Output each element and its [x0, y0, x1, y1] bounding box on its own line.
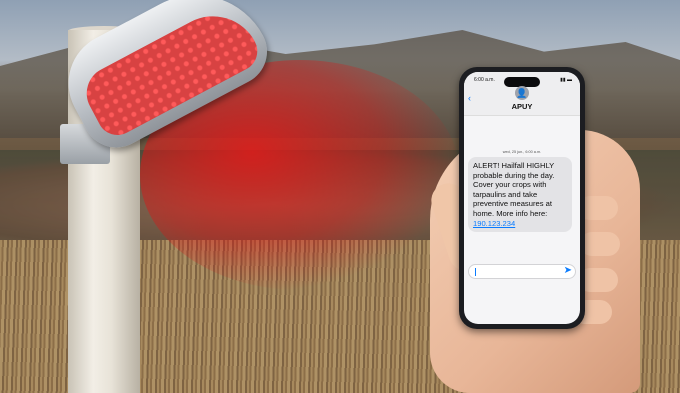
- phone-screen: 6:00 a.m. ▮▮ ▬ ‹ 👤 APUY wed, 25 jun., 6:…: [464, 72, 580, 324]
- photo-scene: 6:00 a.m. ▮▮ ▬ ‹ 👤 APUY wed, 25 jun., 6:…: [0, 0, 680, 393]
- conversation-header: 6:00 a.m. ▮▮ ▬ ‹ 👤 APUY: [464, 72, 580, 116]
- message-timestamp: wed, 25 jun., 6:00 a.m.: [502, 150, 542, 154]
- finger: [580, 232, 620, 256]
- message-text: ALERT! Hailfall HIGHLY probable during t…: [473, 161, 555, 218]
- message-bubble: ALERT! Hailfall HIGHLY probable during t…: [468, 157, 572, 233]
- message-link[interactable]: 190.123.234: [473, 219, 515, 228]
- smartphone: 6:00 a.m. ▮▮ ▬ ‹ 👤 APUY wed, 25 jun., 6:…: [459, 67, 585, 329]
- status-icons: ▮▮ ▬: [560, 77, 572, 83]
- contact-avatar-icon[interactable]: 👤: [515, 86, 529, 100]
- text-caret: [475, 268, 476, 276]
- status-time: 6:00 a.m.: [474, 77, 495, 83]
- message-input[interactable]: ➤: [468, 264, 576, 279]
- contact-name[interactable]: APUY: [464, 102, 580, 111]
- send-arrow-icon[interactable]: ➤: [564, 265, 572, 276]
